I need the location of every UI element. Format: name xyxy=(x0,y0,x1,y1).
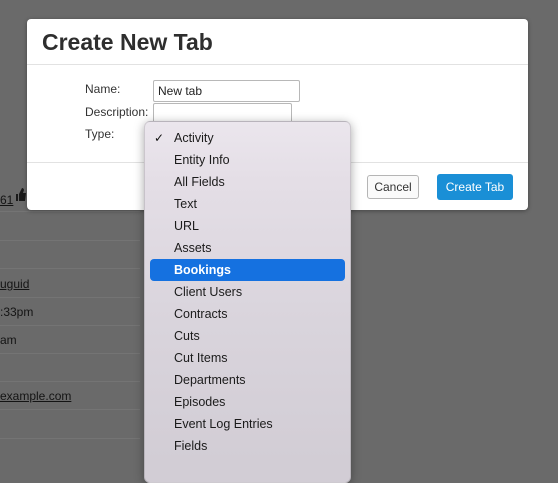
menu-item-contracts[interactable]: Contracts xyxy=(150,303,345,325)
background-text: :33pm xyxy=(0,305,34,319)
divider xyxy=(0,325,140,326)
menu-item-label: Assets xyxy=(174,241,212,255)
menu-item-label: All Fields xyxy=(174,175,225,189)
divider xyxy=(0,211,140,212)
menu-item-label: Text xyxy=(174,197,197,211)
menu-item-fields[interactable]: Fields xyxy=(150,435,345,457)
checkmark-icon: ✓ xyxy=(153,131,165,145)
menu-item-label: Fields xyxy=(174,439,208,453)
type-dropdown-menu[interactable]: ✓ Activity Entity Info All Fields Text U… xyxy=(144,121,351,483)
menu-item-url[interactable]: URL xyxy=(150,215,345,237)
menu-item-assets[interactable]: Assets xyxy=(150,237,345,259)
menu-item-client-users[interactable]: Client Users xyxy=(150,281,345,303)
menu-item-label: Event Log Entries xyxy=(174,417,273,431)
divider xyxy=(0,268,140,269)
divider xyxy=(0,438,140,439)
divider xyxy=(0,297,140,298)
name-input[interactable] xyxy=(153,80,300,102)
menu-item-all-fields[interactable]: All Fields xyxy=(150,171,345,193)
background-text: am xyxy=(0,333,17,347)
menu-item-label: Cut Items xyxy=(174,351,228,365)
menu-item-label: Departments xyxy=(174,373,246,387)
menu-item-cut-items[interactable]: Cut Items xyxy=(150,347,345,369)
menu-item-cuts[interactable]: Cuts xyxy=(150,325,345,347)
menu-item-label: Entity Info xyxy=(174,153,230,167)
divider xyxy=(0,381,140,382)
menu-item-label: Activity xyxy=(174,131,214,145)
menu-item-label: Contracts xyxy=(174,307,228,321)
menu-item-event-log-entries[interactable]: Event Log Entries xyxy=(150,413,345,435)
menu-item-text[interactable]: Text xyxy=(150,193,345,215)
type-label: Type: xyxy=(85,127,115,141)
divider xyxy=(27,64,528,65)
menu-item-episodes[interactable]: Episodes xyxy=(150,391,345,413)
background-link[interactable]: 61 xyxy=(0,193,13,207)
menu-item-entity-info[interactable]: Entity Info xyxy=(150,149,345,171)
menu-item-label: Episodes xyxy=(174,395,226,409)
menu-item-activity[interactable]: ✓ Activity xyxy=(150,127,345,149)
divider xyxy=(0,409,140,410)
menu-item-bookings[interactable]: Bookings xyxy=(150,259,345,281)
divider xyxy=(0,353,140,354)
menu-item-departments[interactable]: Departments xyxy=(150,369,345,391)
menu-item-label: Bookings xyxy=(174,263,231,277)
create-tab-button[interactable]: Create Tab xyxy=(437,174,513,200)
cancel-button[interactable]: Cancel xyxy=(367,175,419,199)
divider xyxy=(0,240,140,241)
menu-list: ✓ Activity Entity Info All Fields Text U… xyxy=(145,127,350,457)
menu-item-label: Cuts xyxy=(174,329,200,343)
menu-item-label: URL xyxy=(174,219,200,233)
background-email-link[interactable]: example.com xyxy=(0,389,71,403)
description-label: Description: xyxy=(85,105,149,119)
menu-item-label: Client Users xyxy=(174,285,243,299)
name-label: Name: xyxy=(85,82,121,96)
dialog-title: Create New Tab xyxy=(42,29,213,55)
background-link[interactable]: uguid xyxy=(0,277,29,291)
thumbs-up-icon xyxy=(16,188,26,201)
